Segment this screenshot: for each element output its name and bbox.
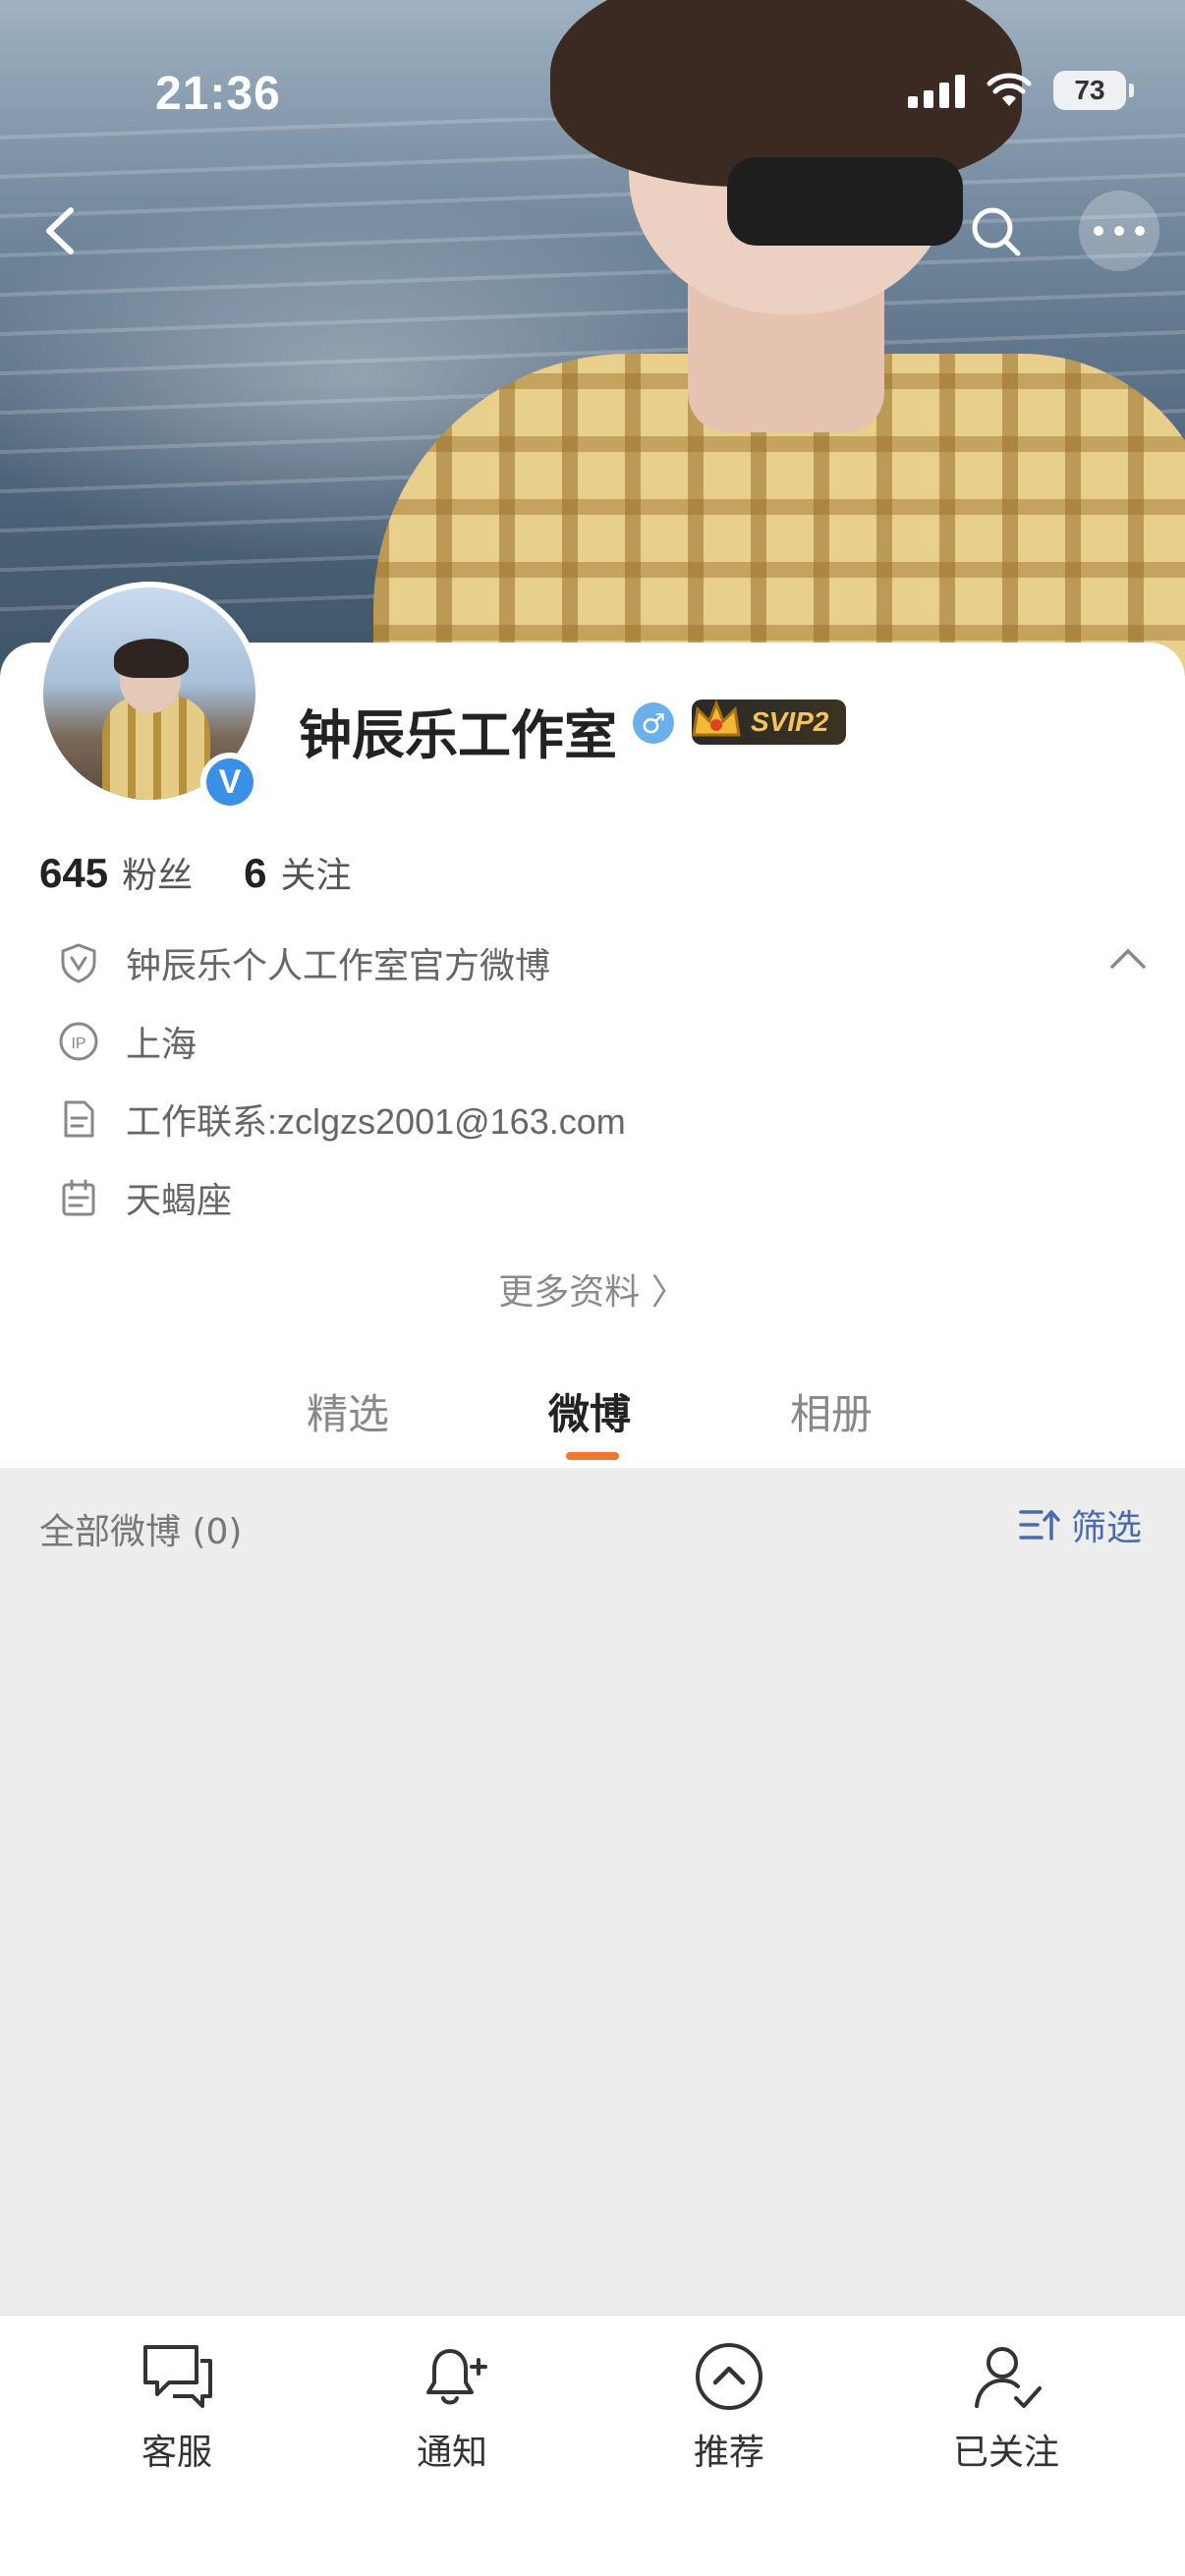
filter-button[interactable]: 筛选 bbox=[1018, 1499, 1142, 1550]
chevron-up-icon[interactable] bbox=[1108, 943, 1148, 973]
search-icon bbox=[972, 207, 1021, 256]
ip-location-text: 上海 bbox=[126, 1025, 198, 1065]
contact-row: 工作联系:zclgzs2001@163.com bbox=[57, 1093, 626, 1145]
circle-chevron-up-icon bbox=[696, 2343, 762, 2410]
calendar-icon bbox=[62, 1179, 95, 1216]
recommend-label: 推荐 bbox=[693, 2433, 764, 2473]
signal-icon bbox=[908, 73, 965, 108]
user-check-icon bbox=[975, 2347, 1042, 2408]
more-options-button[interactable] bbox=[1079, 191, 1159, 271]
document-icon bbox=[64, 1100, 94, 1138]
svg-text:IP: IP bbox=[71, 1036, 85, 1052]
zodiac-text: 天蝎座 bbox=[126, 1181, 233, 1221]
feed-header: 全部微博 (0) 筛选 bbox=[0, 1468, 1185, 1582]
contact-text: 工作联系:zclgzs2001@163.com bbox=[126, 1101, 626, 1142]
followers-count[interactable]: 645 bbox=[39, 850, 108, 897]
cover-sunglasses bbox=[727, 157, 963, 246]
more-dots-icon bbox=[1094, 226, 1145, 236]
service-label: 客服 bbox=[141, 2433, 212, 2473]
recommend-button[interactable]: 推荐 bbox=[631, 2335, 827, 2475]
stats-row: 645 粉丝 6 关注 bbox=[39, 847, 351, 898]
profile-tabs: 精选 微博 相册 bbox=[0, 1375, 1185, 1468]
followed-button[interactable]: 已关注 bbox=[908, 2335, 1104, 2475]
active-tab-indicator bbox=[566, 1452, 619, 1460]
status-time: 21:36 bbox=[155, 68, 281, 120]
chat-bubbles-icon bbox=[143, 2345, 212, 2408]
bottom-action-bar: 客服 通知 推荐 已关注 bbox=[0, 2315, 1185, 2576]
verification-text: 钟辰乐个人工作室官方微博 bbox=[126, 946, 551, 986]
ip-location-row: IP 上海 bbox=[57, 1016, 197, 1067]
more-info-link[interactable]: 更多资料 〉 bbox=[0, 1263, 1185, 1315]
following-label[interactable]: 关注 bbox=[280, 847, 351, 898]
tab-weibo[interactable]: 微博 bbox=[548, 1381, 631, 1441]
bell-plus-icon bbox=[426, 2349, 487, 2405]
wifi-icon bbox=[987, 73, 1032, 106]
following-count[interactable]: 6 bbox=[244, 850, 266, 897]
verified-badge-icon: V bbox=[200, 753, 259, 812]
followers-label[interactable]: 粉丝 bbox=[122, 847, 193, 898]
chevron-left-icon bbox=[46, 207, 74, 254]
shield-v-icon bbox=[61, 943, 96, 983]
battery-icon: 73 bbox=[1053, 71, 1134, 110]
male-gender-icon: ♂ bbox=[633, 702, 674, 744]
crown-icon bbox=[692, 699, 741, 737]
tab-featured[interactable]: 精选 bbox=[307, 1381, 389, 1441]
status-icons: 73 bbox=[908, 71, 1134, 110]
feed-count: 全部微博 (0) bbox=[39, 1512, 243, 1552]
search-button[interactable] bbox=[963, 196, 1032, 265]
followed-label: 已关注 bbox=[952, 2433, 1059, 2473]
svip-label: SVIP2 bbox=[751, 706, 829, 737]
service-button[interactable]: 客服 bbox=[79, 2335, 275, 2475]
ip-icon: IP bbox=[59, 1022, 98, 1061]
filter-sort-icon bbox=[1019, 1510, 1060, 1540]
zodiac-row: 天蝎座 bbox=[57, 1172, 232, 1223]
tab-album[interactable]: 相册 bbox=[790, 1381, 873, 1441]
profile-name: 钟辰乐工作室 bbox=[299, 704, 617, 766]
filter-label: 筛选 bbox=[1070, 1508, 1142, 1548]
svip-badge[interactable]: SVIP2 bbox=[692, 699, 847, 745]
notify-button[interactable]: 通知 bbox=[354, 2335, 550, 2475]
verification-row: 钟辰乐个人工作室官方微博 bbox=[57, 937, 550, 988]
profile-page: 21:36 73 V 钟辰乐工作室 ♂ SVIP2 645 粉丝 6 关注 钟辰… bbox=[0, 0, 1185, 2576]
back-button[interactable] bbox=[28, 196, 96, 265]
notify-label: 通知 bbox=[416, 2433, 487, 2473]
